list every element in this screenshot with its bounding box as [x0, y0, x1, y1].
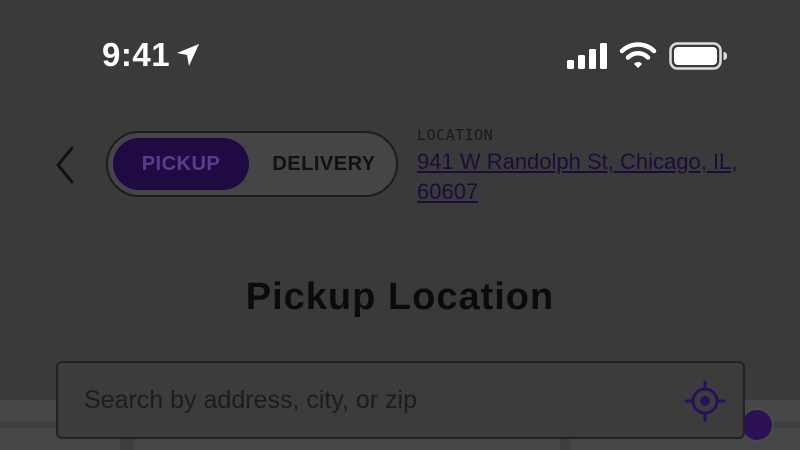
screen: 9:41 PICKUP DELIVERY LOCATION 941 W Rand…	[0, 0, 800, 450]
location-arrow-icon	[177, 44, 199, 66]
location-address-link[interactable]: 941 W Randolph St, Chicago, IL, 60607	[417, 147, 767, 207]
toggle-pickup-button[interactable]: PICKUP	[113, 138, 249, 190]
locate-button[interactable]	[684, 380, 726, 422]
toggle-delivery-button[interactable]: DELIVERY	[258, 138, 390, 190]
chevron-left-icon	[56, 146, 74, 184]
wifi-icon	[619, 42, 657, 68]
status-time: 9:41	[102, 36, 171, 73]
status-bar: 9:41	[0, 0, 800, 115]
page-title: Pickup Location	[245, 276, 555, 318]
signal-icon	[567, 43, 607, 69]
battery-icon	[669, 42, 727, 70]
back-button[interactable]	[48, 142, 82, 188]
mode-toggle: PICKUP DELIVERY	[106, 131, 398, 197]
map-pin-icon[interactable]	[740, 408, 774, 442]
location-caption: LOCATION	[417, 126, 494, 144]
search-box	[56, 361, 745, 439]
crosshair-icon	[684, 380, 726, 422]
search-input[interactable]	[84, 363, 674, 437]
